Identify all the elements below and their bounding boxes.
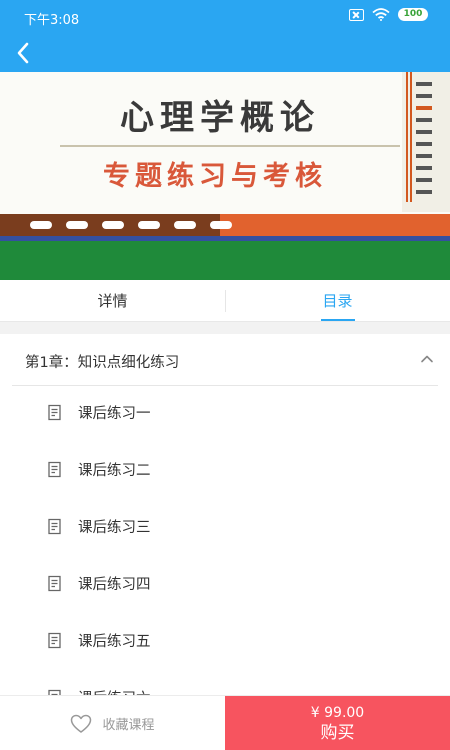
tab-catalog[interactable]: 目录: [225, 280, 450, 321]
nav-bar: [0, 34, 450, 72]
no-sim-icon: [349, 8, 364, 21]
lesson-item[interactable]: 课后练习三: [0, 500, 450, 557]
lesson-item[interactable]: 课后练习一: [0, 386, 450, 443]
lesson-label: 课后练习三: [78, 520, 151, 536]
chevron-up-icon: [421, 355, 433, 363]
lesson-label: 课后练习五: [78, 634, 151, 650]
lesson-item[interactable]: 课后练习二: [0, 443, 450, 500]
cover-subtitle: 专题练习与考核: [103, 161, 327, 192]
bottom-bar: 收藏课程 ¥ 99.00 购买: [0, 695, 450, 750]
tab-bar: 详情 目录: [0, 280, 450, 322]
chapter-header[interactable]: 第1章：知识点细化练习: [0, 334, 450, 386]
lesson-label: 课后练习四: [78, 577, 151, 593]
cover-spine-decoration: [402, 72, 450, 212]
cover-dots: [30, 221, 232, 229]
document-icon: [48, 518, 61, 535]
cover-divider: [60, 145, 400, 147]
status-time: 下午3:08: [24, 13, 80, 28]
status-bar: 下午3:08 100: [0, 0, 450, 34]
back-button[interactable]: [8, 38, 38, 68]
document-icon: [48, 575, 61, 592]
lesson-label: 课后练习一: [78, 406, 151, 422]
tab-details[interactable]: 详情: [0, 280, 225, 321]
lesson-label: 课后练习二: [78, 463, 151, 479]
lesson-list: 课后练习一 课后练习二 课后练习三 课后练习四 课后练习五 课后练习六: [0, 386, 450, 728]
course-cover: 心理学概论 专题练习与考核: [0, 72, 450, 280]
heart-icon: [71, 714, 92, 733]
chevron-left-icon: [17, 42, 29, 64]
lesson-item[interactable]: 课后练习四: [0, 557, 450, 614]
status-icons: 100: [349, 8, 428, 21]
cover-stripe-green: [0, 241, 450, 280]
wifi-icon: [372, 8, 390, 21]
document-icon: [48, 404, 61, 421]
buy-label: 购买: [320, 723, 355, 743]
section-gap: [0, 322, 450, 334]
lesson-item[interactable]: 课后练习五: [0, 614, 450, 671]
battery-icon: 100: [398, 8, 428, 21]
cover-title: 心理学概论: [120, 98, 320, 138]
chapter-title: 第1章：知识点细化练习: [25, 355, 180, 371]
document-icon: [48, 461, 61, 478]
favorite-button[interactable]: 收藏课程: [0, 696, 225, 750]
favorite-label: 收藏课程: [102, 718, 155, 733]
document-icon: [48, 632, 61, 649]
buy-button[interactable]: ¥ 99.00 购买: [225, 696, 450, 750]
price-label: ¥ 99.00: [310, 705, 365, 721]
